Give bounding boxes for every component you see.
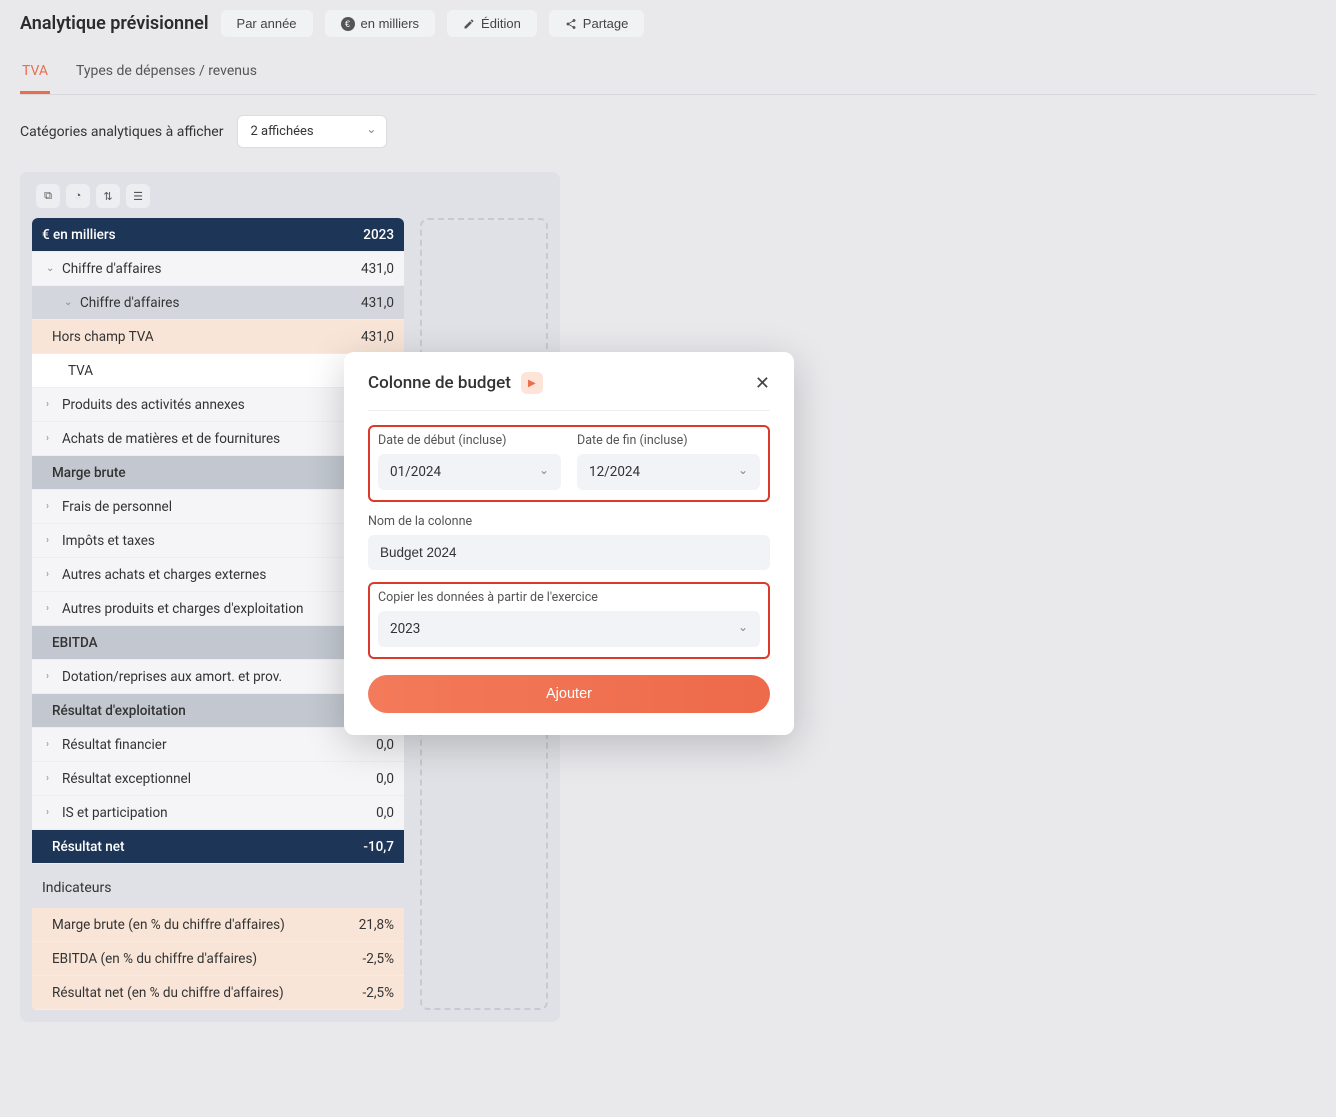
table-header: € en milliers 2023 [32, 218, 404, 252]
column-name-input[interactable] [368, 535, 770, 570]
end-date-select[interactable]: 12/2024 [577, 454, 760, 490]
close-icon[interactable]: ✕ [755, 373, 770, 394]
share-button[interactable]: Partage [549, 10, 645, 37]
tabs: TVA Types de dépenses / revenus [20, 55, 1316, 95]
chart-icon[interactable]: ◔ [66, 184, 90, 208]
share-icon [565, 18, 577, 30]
row-label: EBITDA [52, 635, 98, 651]
edit-button[interactable]: Édition [447, 10, 537, 37]
row-label: Résultat net [52, 839, 125, 855]
row-label: Hors champ TVA [52, 329, 154, 345]
filter-row: Catégories analytiques à afficher 2 affi… [20, 115, 1316, 148]
row-value: 0,0 [344, 771, 404, 787]
thousands-button[interactable]: €en milliers [325, 10, 436, 37]
copy-source-highlight: Copier les données à partir de l'exercic… [368, 582, 770, 659]
play-icon: ▶ [521, 372, 543, 394]
page-title: Analytique prévisionnel [20, 13, 209, 34]
year-column: 2023 [344, 227, 404, 243]
row-value: 431,0 [344, 329, 404, 345]
row-label: Produits des activités annexes [62, 397, 245, 413]
chevron-right-icon: › [46, 603, 56, 614]
budget-column-modal: Colonne de budget ▶ ✕ Date de début (inc… [344, 352, 794, 735]
header-bar: Analytique prévisionnel Par année €en mi… [20, 10, 1316, 37]
row-label: Résultat financier [62, 737, 167, 753]
row-label: Chiffre d'affaires [80, 295, 179, 311]
indicator-value: -2,5% [344, 985, 404, 1001]
chevron-right-icon: › [46, 501, 56, 512]
row-label: Achats de matières et de fournitures [62, 431, 280, 447]
modal-title: Colonne de budget ▶ [368, 372, 543, 394]
indicator-value: -2,5% [344, 951, 404, 967]
row-label: Marge brute [52, 465, 126, 481]
indicators-title: Indicateurs [32, 864, 404, 908]
column-name-label: Nom de la colonne [368, 514, 770, 529]
start-date-label: Date de début (incluse) [378, 433, 561, 448]
row-label: TVA [68, 363, 93, 379]
row-label: Autres achats et charges externes [62, 567, 266, 583]
chevron-right-icon: › [46, 433, 56, 444]
chevron-right-icon: › [46, 535, 56, 546]
chevron-right-icon: › [46, 773, 56, 784]
tab-tva[interactable]: TVA [20, 55, 50, 94]
chevron-right-icon: › [46, 569, 56, 580]
end-date-label: Date de fin (incluse) [577, 433, 760, 448]
indicator-row: Marge brute (en % du chiffre d'affaires)… [32, 908, 404, 942]
row-value: 431,0 [344, 295, 404, 311]
chevron-right-icon: › [46, 807, 56, 818]
mini-toolbar: ⧉ ◔ ⇅ ☰ [32, 184, 548, 208]
table-row[interactable]: › Résultat exceptionnel 0,0 [32, 762, 404, 796]
indicator-row: EBITDA (en % du chiffre d'affaires)-2,5% [32, 942, 404, 976]
row-value: 0,0 [344, 805, 404, 821]
table-row: Hors champ TVA 431,0 [32, 320, 404, 354]
row-label: IS et participation [62, 805, 168, 821]
row-label: Autres produits et charges d'exploitatio… [62, 601, 303, 617]
row-label: Chiffre d'affaires [62, 261, 161, 277]
row-value: -10,7 [344, 839, 404, 855]
start-date-select[interactable]: 01/2024 [378, 454, 561, 490]
indicator-value: 21,8% [344, 917, 404, 933]
pencil-icon [463, 18, 475, 30]
indicator-label: Résultat net (en % du chiffre d'affaires… [32, 985, 344, 1001]
euro-icon: € [341, 17, 355, 31]
row-value: 0,0 [344, 737, 404, 753]
table-row[interactable]: › IS et participation 0,0 [32, 796, 404, 830]
filter-select[interactable]: 2 affichées [237, 115, 387, 148]
copy-icon[interactable]: ⧉ [36, 184, 60, 208]
sort-icon[interactable]: ⇅ [96, 184, 120, 208]
indicator-label: Marge brute (en % du chiffre d'affaires) [32, 917, 344, 933]
row-label: Dotation/reprises aux amort. et prov. [62, 669, 282, 685]
row-label: Impôts et taxes [62, 533, 155, 549]
table-row[interactable]: ⌄ Chiffre d'affaires 431,0 [32, 252, 404, 286]
by-year-button[interactable]: Par année [221, 10, 313, 37]
chevron-down-icon: ⌄ [46, 263, 56, 274]
chevron-right-icon: › [46, 671, 56, 682]
row-label: Résultat exceptionnel [62, 771, 191, 787]
add-button[interactable]: Ajouter [368, 675, 770, 713]
chevron-right-icon: › [46, 399, 56, 410]
indicator-label: EBITDA (en % du chiffre d'affaires) [32, 951, 344, 967]
filter-label: Catégories analytiques à afficher [20, 124, 223, 140]
copy-label: Copier les données à partir de l'exercic… [378, 590, 760, 605]
chevron-down-icon: ⌄ [64, 297, 74, 308]
chevron-right-icon: › [46, 739, 56, 750]
bars-icon[interactable]: ☰ [126, 184, 150, 208]
row-label: Frais de personnel [62, 499, 172, 515]
copy-year-select[interactable]: 2023 [378, 611, 760, 647]
table-row: Résultat net -10,7 [32, 830, 404, 864]
tab-types[interactable]: Types de dépenses / revenus [74, 55, 259, 94]
date-range-highlight: Date de début (incluse) 01/2024 Date de … [368, 425, 770, 502]
table-row[interactable]: ⌄ Chiffre d'affaires 431,0 [32, 286, 404, 320]
indicator-row: Résultat net (en % du chiffre d'affaires… [32, 976, 404, 1010]
row-label: Résultat d'exploitation [52, 703, 186, 719]
row-value: 431,0 [344, 261, 404, 277]
